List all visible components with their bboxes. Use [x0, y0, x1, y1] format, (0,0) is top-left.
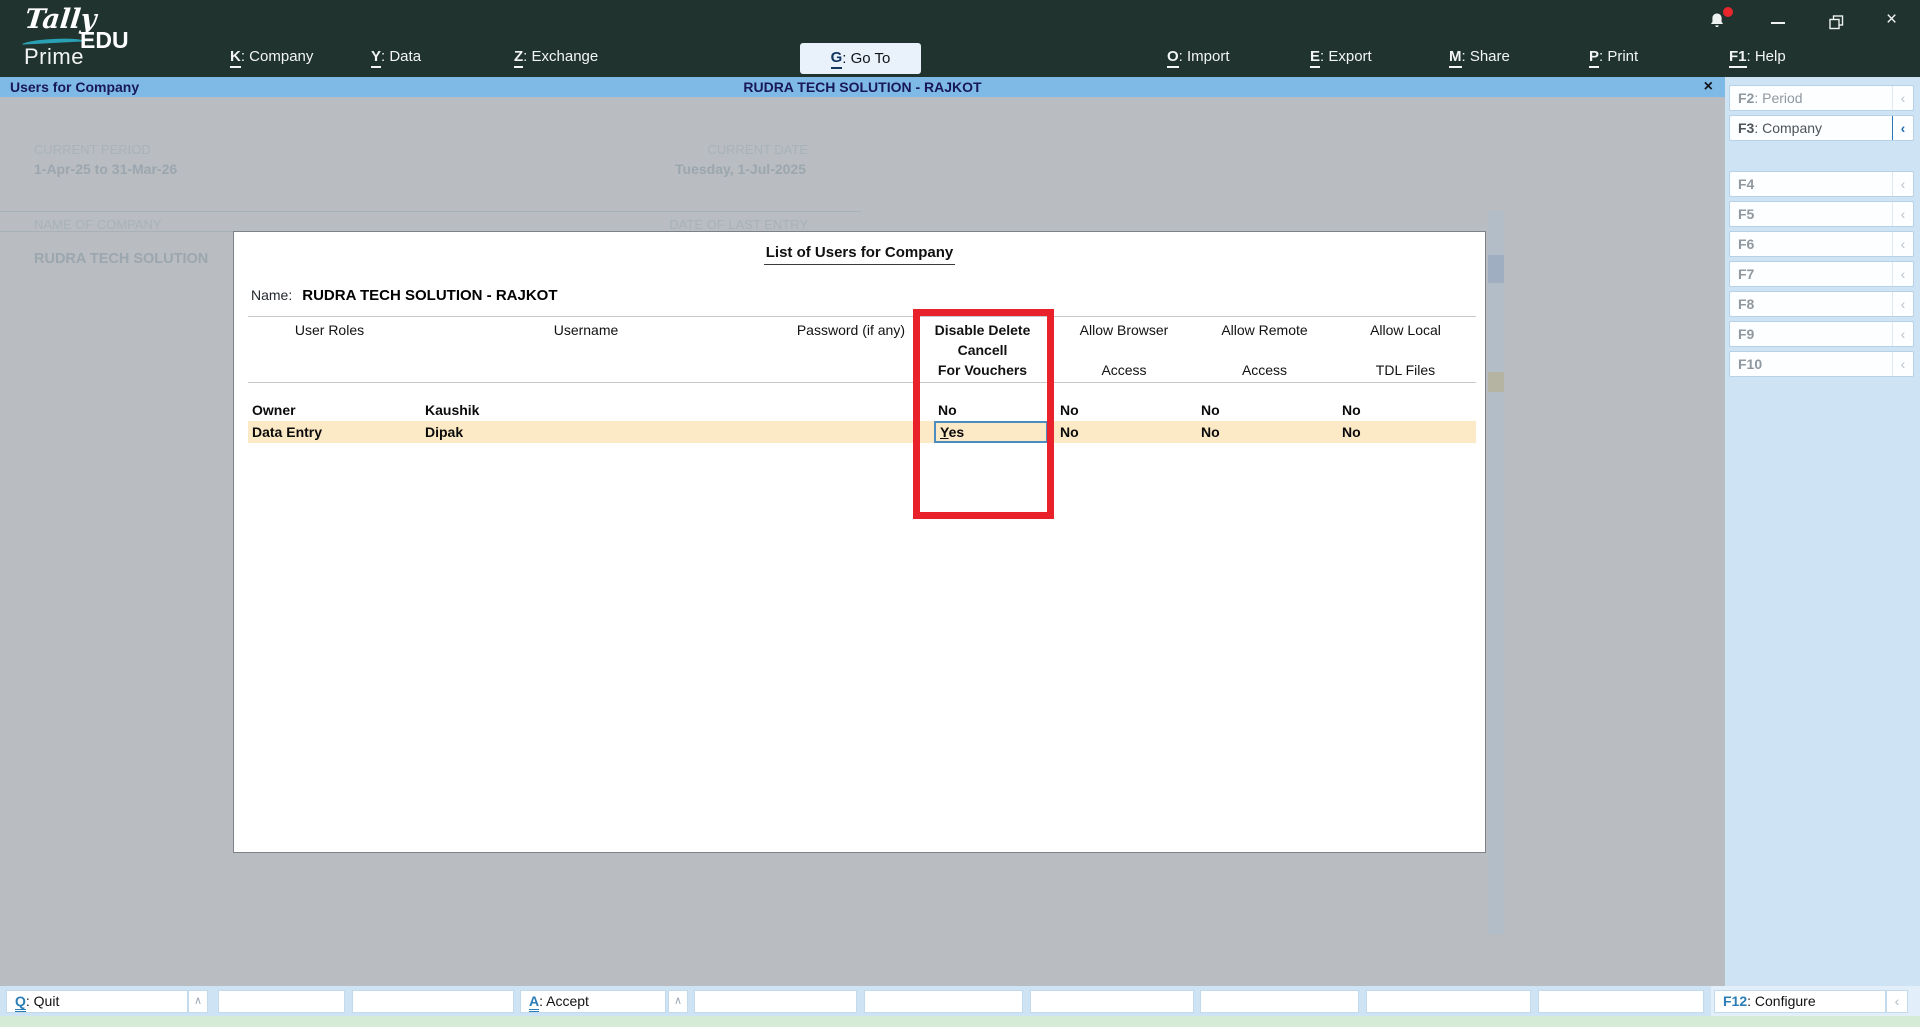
chevron-left-icon[interactable]: ‹: [1892, 116, 1913, 140]
empty-action-cell: [1538, 990, 1704, 1013]
table-row-owner: Owner Kaushik No No No No: [248, 399, 1476, 421]
cell-password[interactable]: [761, 421, 911, 443]
menu-import[interactable]: O: Import: [1167, 48, 1230, 68]
notification-dot: [1723, 7, 1733, 17]
menu-company[interactable]: K: Company: [230, 48, 313, 68]
chevron-left-icon[interactable]: ‹: [1892, 292, 1913, 316]
current-period-value: 1-Apr-25 to 31-Mar-26: [34, 161, 178, 177]
menu-data[interactable]: Y: Data: [371, 48, 421, 68]
sidebar-f6[interactable]: F6 ‹: [1729, 231, 1914, 257]
menu-export[interactable]: E: Export: [1310, 48, 1372, 68]
quit-button[interactable]: Q: Quit: [6, 990, 188, 1013]
taskbar-edge-strip: [0, 1016, 1920, 1027]
sidebar-f7[interactable]: F7 ‹: [1729, 261, 1914, 287]
table-header-row: User Roles Username Password (if any) Di…: [248, 320, 1476, 380]
cell-allow-browser[interactable]: No: [1054, 399, 1194, 421]
cell-role[interactable]: Data Entry: [248, 421, 411, 443]
sidebar-f10[interactable]: F10 ‹: [1729, 351, 1914, 377]
sidebar-f4[interactable]: F4 ‹: [1729, 171, 1914, 197]
cell-allow-local[interactable]: No: [1335, 399, 1476, 421]
function-key-sidebar: F2: Period ‹ F3: Company ‹ F4 ‹ F5 ‹ F6 ‹ F7 ‹…: [1725, 77, 1920, 986]
list-of-users-dialog: List of Users for Company Name: RUDRA TEC…: [233, 231, 1486, 853]
date-of-last-entry-label: DATE OF LAST ENTRY: [669, 217, 808, 232]
menu-share[interactable]: M: Share: [1449, 48, 1510, 68]
sidebar-f5[interactable]: F5 ‹: [1729, 201, 1914, 227]
sidebar-f9[interactable]: F9 ‹: [1729, 321, 1914, 347]
minimize-icon[interactable]: [1771, 22, 1785, 24]
bottom-action-bar: Q: Quit ∧ A: Accept ∧ F12: Configure ‹: [0, 986, 1920, 1016]
chevron-left-icon[interactable]: ‹: [1886, 990, 1908, 1013]
restore-icon[interactable]: [1829, 15, 1844, 35]
current-date-label: CURRENT DATE: [707, 142, 808, 157]
empty-action-cell: [1030, 990, 1194, 1013]
cell-allow-remote[interactable]: No: [1194, 399, 1335, 421]
accept-button[interactable]: A: Accept: [520, 990, 666, 1013]
close-screen-icon[interactable]: ×: [1704, 77, 1713, 97]
column-user-roles: User Roles: [294, 322, 365, 338]
screen-title-bar: Users for Company RUDRA TECH SOLUTION - …: [0, 77, 1725, 97]
sidebar-f8[interactable]: F8 ‹: [1729, 291, 1914, 317]
background-right-pane-edge: [1488, 211, 1504, 935]
cell-disable-delete-cancel[interactable]: No: [911, 399, 1054, 421]
column-password: Password (if any): [796, 322, 905, 338]
menu-print[interactable]: P: Print: [1589, 48, 1638, 68]
cell-password[interactable]: [761, 399, 911, 421]
expand-caret-icon[interactable]: ∧: [188, 990, 208, 1013]
current-date-value: Tuesday, 1-Jul-2025: [675, 161, 806, 177]
cell-allow-remote[interactable]: No: [1194, 421, 1335, 443]
empty-action-cell: [694, 990, 857, 1013]
column-allow-remote-access: Allow Remote Access: [1221, 322, 1308, 378]
name-of-company-label: NAME OF COMPANY: [34, 217, 162, 232]
cell-allow-local[interactable]: No: [1335, 421, 1476, 443]
column-allow-browser-access: Allow Browser Access: [1079, 322, 1169, 378]
chevron-left-icon[interactable]: ‹: [1892, 172, 1913, 196]
sidebar-f2-period[interactable]: F2: Period ‹: [1729, 85, 1914, 111]
chevron-left-icon[interactable]: ‹: [1892, 262, 1913, 286]
chevron-left-icon[interactable]: ‹: [1892, 352, 1913, 376]
empty-action-cell: [218, 990, 345, 1013]
company-title: RUDRA TECH SOLUTION - RAJKOT: [743, 79, 982, 95]
name-label: Name:: [251, 287, 293, 303]
column-allow-local-tdl: Allow Local TDL Files: [1370, 322, 1441, 378]
background-company-name: RUDRA TECH SOLUTION: [34, 251, 209, 267]
chevron-left-icon[interactable]: ‹: [1892, 232, 1913, 256]
column-username: Username: [553, 322, 619, 338]
chevron-left-icon[interactable]: ‹: [1892, 86, 1913, 110]
dialog-company-name: RUDRA TECH SOLUTION - RAJKOT: [302, 287, 558, 304]
close-window-icon[interactable]: ×: [1886, 9, 1897, 31]
cell-username[interactable]: Dipak: [411, 421, 761, 443]
top-app-bar: Tally Prime EDU K: Company Y: Data Z: Ex…: [0, 0, 1920, 77]
current-period-label: CURRENT PERIOD: [34, 142, 151, 157]
cell-role[interactable]: Owner: [248, 399, 411, 421]
edition-badge: EDU: [80, 27, 129, 53]
menu-go-to[interactable]: G: Go To: [800, 43, 921, 74]
dialog-title: List of Users for Company: [763, 244, 956, 265]
tally-prime-logo-text: Prime: [24, 44, 84, 69]
empty-action-cell: [352, 990, 514, 1013]
configure-button[interactable]: F12: Configure: [1714, 990, 1886, 1013]
menu-exchange[interactable]: Z: Exchange: [514, 48, 598, 68]
table-row-data-entry: Data Entry Dipak No No No: [248, 421, 1476, 443]
column-disable-delete-cancel: Disable Delete Cancell For Vouchers: [934, 322, 1031, 378]
menu-help[interactable]: F1: Help: [1729, 48, 1786, 68]
disable-delete-cancel-field[interactable]: Yes: [934, 421, 1048, 443]
expand-caret-icon[interactable]: ∧: [668, 990, 688, 1013]
sidebar-f3-company[interactable]: F3: Company ‹: [1729, 115, 1914, 141]
empty-action-cell: [1200, 990, 1359, 1013]
cell-username[interactable]: Kaushik: [411, 399, 761, 421]
cell-allow-browser[interactable]: No: [1054, 421, 1194, 443]
chevron-left-icon[interactable]: ‹: [1892, 202, 1913, 226]
empty-action-cell: [864, 990, 1023, 1013]
empty-action-cell: [1366, 990, 1531, 1013]
chevron-left-icon[interactable]: ‹: [1892, 322, 1913, 346]
